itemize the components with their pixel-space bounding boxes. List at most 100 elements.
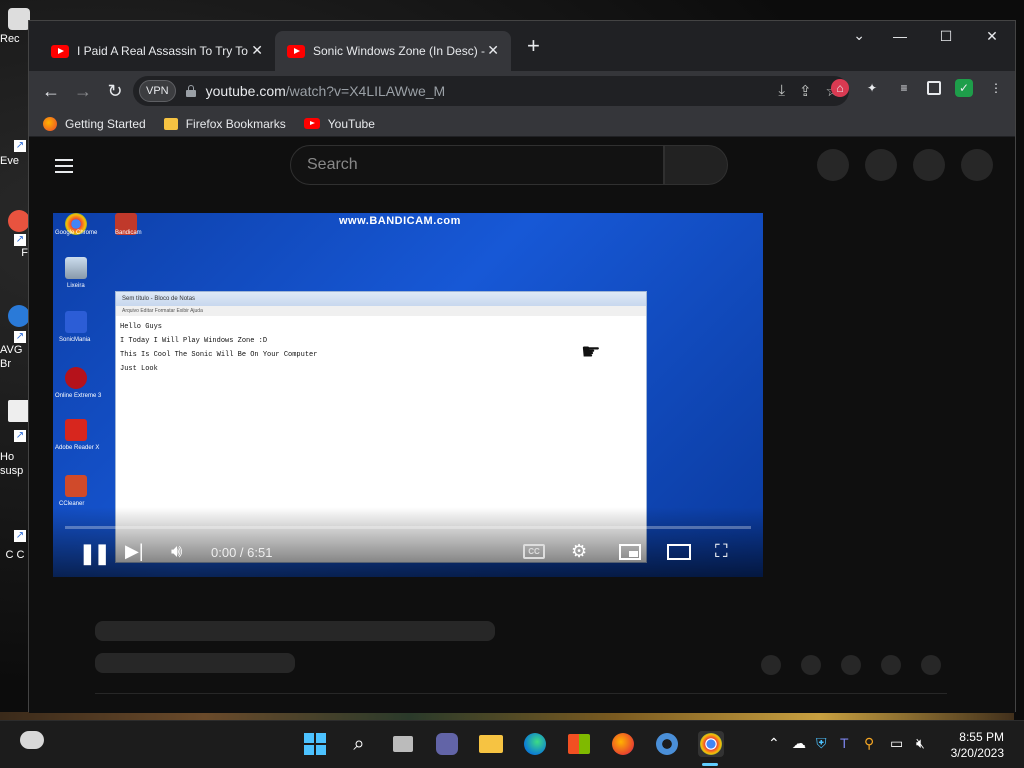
hand-cursor-icon: ☛ <box>581 339 601 364</box>
settings-gear-icon[interactable] <box>654 731 680 757</box>
tab-title: Sonic Windows Zone (In Desc) - Y <box>313 44 488 58</box>
close-icon[interactable]: ✕ <box>251 42 263 59</box>
action-skeleton <box>881 655 901 675</box>
search-icon[interactable]: ⌕ <box>346 731 372 757</box>
bookmarks-bar: Getting Started Firefox Bookmarks YouTub… <box>29 111 1015 137</box>
store-icon[interactable] <box>566 731 592 757</box>
puzzle-icon[interactable]: ✦ <box>863 79 881 97</box>
edge-icon[interactable] <box>522 731 548 757</box>
defender-shield-icon[interactable]: ⛨ <box>816 735 827 752</box>
maximize-button[interactable]: ☐ <box>923 21 969 51</box>
start-button[interactable] <box>302 731 328 757</box>
youtube-icon <box>51 44 69 58</box>
youtube-icon <box>287 44 305 58</box>
extension-icon[interactable]: ⌂ <box>831 79 849 97</box>
chrome-icon[interactable] <box>698 731 724 757</box>
shortcut-arrow-icon: ↗ <box>14 234 26 246</box>
search-input[interactable]: Search <box>290 145 664 185</box>
media-queue-icon[interactable]: ≡ <box>895 79 913 97</box>
miniplayer-icon[interactable] <box>619 544 641 560</box>
onedrive-cloud-icon[interactable]: ☁ <box>792 735 806 752</box>
desktop-icon-c[interactable]: ↗ C C <box>0 528 30 562</box>
time-display: 0:00 / 6:51 <box>211 545 273 560</box>
action-skeleton <box>841 655 861 675</box>
adobe-reader-icon <box>65 419 87 441</box>
new-tab-button[interactable]: + <box>527 35 540 57</box>
progress-bar[interactable] <box>65 526 751 529</box>
action-skeleton <box>761 655 781 675</box>
shortcut-arrow-icon: ↗ <box>14 430 26 442</box>
firefox-icon[interactable] <box>610 731 636 757</box>
install-icon[interactable]: ⤓ <box>778 82 785 100</box>
taskbar-clock[interactable]: 8:55 PM 3/20/2023 <box>951 729 1004 761</box>
settings-gear-icon[interactable]: ⚙ <box>571 541 587 562</box>
volume-mute-icon[interactable]: 🔇︎ <box>916 735 925 752</box>
app-icon <box>8 210 30 232</box>
video-player[interactable]: www.BANDICAM.com Google Chrome Bandicam … <box>53 213 763 577</box>
share-icon[interactable]: ⇪ <box>799 82 812 100</box>
bookmark-youtube[interactable]: YouTube <box>303 117 375 131</box>
active-app-indicator <box>702 763 718 766</box>
back-button[interactable]: ← <box>35 75 67 107</box>
desktop-icon-recycle[interactable]: Rec <box>0 8 30 46</box>
omnibox-actions: ⤓ ⇪ ☆ <box>778 82 839 100</box>
title-skeleton <box>95 621 495 641</box>
shortcut-arrow-icon: ↗ <box>14 530 26 542</box>
bookmark-firefox-bookmarks[interactable]: Firefox Bookmarks <box>163 117 286 131</box>
tab-sonic[interactable]: Sonic Windows Zone (In Desc) - Y ✕ <box>275 31 511 71</box>
lock-icon[interactable] <box>185 85 196 97</box>
sonic-icon <box>65 311 87 333</box>
menu-icon[interactable] <box>55 159 73 177</box>
document-icon <box>8 400 30 422</box>
notepad-text: Hello Guys I Today I Will Play Windows Z… <box>120 323 318 373</box>
recycle-bin-icon <box>8 8 30 30</box>
subtitles-icon[interactable]: CC <box>523 544 545 559</box>
tab-assassin[interactable]: I Paid A Real Assassin To Try To Ki ✕ <box>39 31 275 71</box>
youtube-icon <box>303 118 320 129</box>
teams-chat-icon[interactable] <box>434 731 460 757</box>
tab-bar: I Paid A Real Assassin To Try To Ki ✕ So… <box>29 21 1015 71</box>
pause-icon[interactable]: ❚❚ <box>79 541 110 566</box>
chevron-up-icon[interactable]: ⌃ <box>768 735 780 752</box>
desktop-icon-f[interactable]: ↗ F <box>0 210 30 260</box>
search-button[interactable] <box>664 145 728 185</box>
close-window-button[interactable]: ✕ <box>969 21 1015 51</box>
reload-button[interactable]: ↻ <box>99 75 131 107</box>
header-placeholder-circle <box>865 149 897 181</box>
search-key-icon[interactable]: ⚲ <box>864 735 874 752</box>
player-controls: ❚❚ ▶| 🔊︎ 0:00 / 6:51 CC ⚙ ⛶ <box>53 535 763 571</box>
address-bar[interactable]: VPN youtube.com/watch?v=X4LILAWwe_M ⤓ ⇪ … <box>133 76 849 106</box>
recycle-bin-icon <box>65 257 87 279</box>
window-controls: — ☐ ✕ <box>877 21 1015 51</box>
file-explorer-icon[interactable] <box>478 731 504 757</box>
tab-title: I Paid A Real Assassin To Try To Ki <box>77 44 252 58</box>
avg-browser-icon <box>8 305 30 327</box>
header-placeholder-circle <box>961 149 993 181</box>
task-view-icon[interactable] <box>390 731 416 757</box>
desktop-icon-avg[interactable]: ↗ AVG Br <box>0 305 30 371</box>
weather-cloud-icon[interactable] <box>20 731 44 749</box>
bookmark-getting-started[interactable]: Getting Started <box>43 116 146 131</box>
bandicam-watermark: www.BANDICAM.com <box>339 215 461 227</box>
theater-mode-icon[interactable] <box>667 544 691 560</box>
url-text: youtube.com/watch?v=X4LILAWwe_M <box>205 83 446 99</box>
forward-button[interactable]: → <box>67 75 99 107</box>
more-menu-icon[interactable]: ⋮ <box>987 79 1005 97</box>
vpn-badge[interactable]: VPN <box>139 80 176 102</box>
volume-icon[interactable]: 🔊︎ <box>171 541 182 562</box>
sidebar-icon[interactable] <box>927 81 941 95</box>
youtube-page: Search www.BANDICAM.com Google Chrome Ba… <box>29 137 1015 713</box>
minimize-button[interactable]: — <box>877 21 923 51</box>
shield-icon[interactable]: ✓ <box>955 79 973 97</box>
desktop-icon-everything[interactable]: ↗ Eve <box>0 140 30 168</box>
teams-icon[interactable]: T <box>840 735 849 751</box>
divider <box>95 693 947 694</box>
next-icon[interactable]: ▶| <box>125 541 144 562</box>
browser-toolbar: ← → ↻ VPN youtube.com/watch?v=X4LILAWwe_… <box>29 71 1015 111</box>
browser-window: I Paid A Real Assassin To Try To Ki ✕ So… <box>28 20 1016 713</box>
tab-search-icon[interactable]: ⌄ <box>853 27 865 44</box>
monitor-icon[interactable]: ▭ <box>890 735 903 752</box>
fullscreen-icon[interactable]: ⛶ <box>715 541 728 562</box>
close-icon[interactable]: ✕ <box>487 42 499 59</box>
desktop-icon-hotspot[interactable]: ↗ Ho susp <box>0 400 30 478</box>
